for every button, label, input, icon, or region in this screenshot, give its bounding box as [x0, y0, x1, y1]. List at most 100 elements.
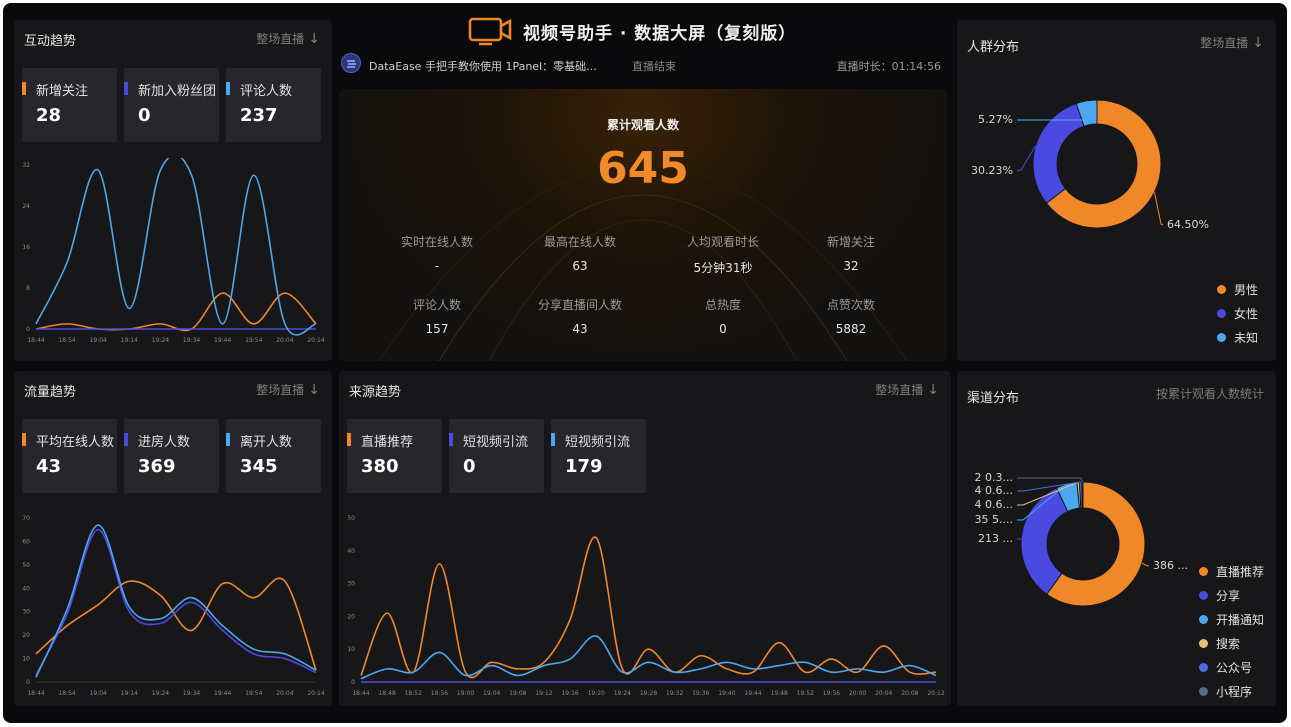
x-tick-label: 19:04 [90, 690, 107, 697]
data-label: 4 0.6... [975, 498, 1013, 511]
x-tick-label: 19:20 [588, 690, 605, 697]
legend-item: 公众号 [1199, 659, 1252, 676]
dataease-logo-icon [341, 53, 361, 73]
y-tick-label: 16 [22, 244, 30, 251]
series-line [35, 158, 317, 336]
card-color-bar [124, 82, 128, 95]
x-tick-label: 18:44 [27, 337, 44, 344]
x-tick-label: 19:34 [183, 337, 200, 344]
metric-card: 新增关注 28 [22, 68, 117, 142]
x-tick-label: 19:34 [183, 690, 200, 697]
x-tick-label: 18:54 [58, 337, 75, 344]
y-tick-label: 50 [22, 562, 30, 569]
card-color-bar [22, 82, 26, 95]
metric-card: 新加入粉丝团 0 [124, 68, 219, 142]
x-tick-label: 19:54 [245, 337, 262, 344]
x-tick-label: 20:08 [901, 690, 918, 697]
legend-item: 搜索 [1199, 635, 1240, 652]
crowd-panel: 人群分布 整场直播 ↓ 64.50% 30.23% 5.27% 男性 女性 未知 [957, 20, 1276, 361]
x-tick-label: 19:44 [214, 337, 231, 344]
x-tick-label: 19:08 [509, 690, 526, 697]
card-color-bar [22, 433, 26, 446]
data-label: 213 ... [978, 532, 1013, 545]
label-leader-line [1017, 477, 1083, 483]
metric-card: 直播推荐 380 [347, 419, 442, 493]
label-leader-line [1141, 562, 1150, 567]
panel-title: 互动趋势 [24, 34, 77, 49]
x-tick-label: 19:56 [823, 690, 840, 697]
y-tick-label: 70 [22, 515, 30, 522]
series-line [35, 524, 317, 678]
panel-title: 来源趋势 [349, 385, 402, 400]
x-tick-label: 18:52 [405, 690, 422, 697]
y-tick-label: 50 [347, 515, 355, 522]
x-tick-label: 20:04 [276, 690, 293, 697]
arrow-down-icon: ↓ [308, 381, 320, 398]
data-label: 4 0.6... [975, 484, 1013, 497]
stat-item: 分享直播间人数 43 [537, 298, 622, 336]
x-tick-label: 19:24 [152, 690, 169, 697]
arrow-down-icon: ↓ [927, 381, 939, 398]
legend-item: 直播推荐 [1199, 563, 1264, 580]
y-tick-label: 20 [347, 613, 355, 620]
y-tick-label: 20 [22, 632, 30, 639]
card-color-bar [124, 433, 128, 446]
card-color-bar [226, 433, 230, 446]
metric-card: 平均在线人数 43 [22, 419, 117, 493]
x-tick-label: 19:24 [152, 337, 169, 344]
source-line-chart: 0 10 20 30 40 50 18:44 18:48 18:52 18:56 19:00 19:0… [347, 515, 944, 697]
legend-item: 男性 [1217, 281, 1258, 298]
x-tick-label: 19:14 [121, 690, 138, 697]
x-tick-label: 20:00 [849, 690, 866, 697]
overview-title: 累计观看人数 [606, 118, 679, 132]
live-title[interactable]: DataEase 手把手教你使用 1Panel：零基础... [369, 58, 597, 74]
x-tick-label: 19:16 [561, 690, 578, 697]
live-info-bar: DataEase 手把手教你使用 1Panel：零基础... 直播结束 直播时长… [339, 51, 947, 77]
stat-item: 评论人数 157 [412, 298, 461, 336]
legend-item: 开播通知 [1199, 611, 1264, 628]
metric-card: 评论人数 237 [226, 68, 321, 142]
page-title: 视频号助手 · 数据大屏（复刻版） [523, 24, 797, 44]
y-tick-label: 30 [347, 581, 355, 588]
x-tick-label: 20:14 [307, 690, 324, 697]
metric-card: 短视频引流 179 [551, 419, 646, 493]
series-line [35, 528, 317, 676]
x-tick-label: 19:52 [797, 690, 814, 697]
x-tick-label: 19:12 [535, 690, 552, 697]
range-filter[interactable]: 整场直播 ↓ [256, 30, 320, 47]
x-tick-label: 20:14 [307, 337, 324, 344]
card-color-bar [449, 433, 453, 446]
y-tick-label: 30 [22, 609, 30, 616]
arrow-down-icon: ↓ [1252, 34, 1264, 51]
x-tick-label: 19:44 [744, 690, 761, 697]
range-filter[interactable]: 整场直播 ↓ [256, 381, 320, 398]
x-tick-label: 19:14 [121, 337, 138, 344]
panel-title: 渠道分布 [967, 391, 1020, 406]
x-tick-label: 19:40 [718, 690, 735, 697]
range-filter[interactable]: 整场直播 ↓ [1200, 34, 1264, 51]
range-filter[interactable]: 整场直播 ↓ [875, 381, 939, 398]
y-tick-label: 0 [26, 679, 30, 686]
range-filter[interactable]: 按累计观看人数统计 [1156, 385, 1264, 402]
y-tick-label: 10 [347, 646, 355, 653]
overview-panel: 累计观看人数 645 实时在线人数 - 最高在线人数 63 人均观看时长 5分钟31秒… [339, 89, 947, 361]
y-tick-label: 0 [26, 326, 30, 333]
data-label: 30.23% [971, 164, 1013, 177]
x-tick-label: 19:32 [666, 690, 683, 697]
interaction-line-chart: 0 8 16 24 32 18:44 18:54 19:04 19:14 19:24 19:34 19… [22, 158, 325, 344]
data-label: 35 5.... [975, 513, 1013, 526]
legend-item: 小程序 [1199, 683, 1252, 700]
card-color-bar [347, 433, 351, 446]
interaction-panel: 互动趋势 整场直播 ↓ 新增关注 28 新加入粉丝团 0 评论人数 237 0 8 16 24… [14, 20, 332, 361]
metric-card: 进房人数 369 [124, 419, 219, 493]
x-tick-label: 19:04 [90, 337, 107, 344]
stat-item: 实时在线人数 - [400, 235, 473, 273]
y-tick-label: 40 [22, 585, 30, 592]
x-tick-label: 19:48 [771, 690, 788, 697]
legend-item: 女性 [1217, 305, 1258, 322]
card-color-bar [551, 433, 555, 446]
data-label: 2 0.3... [975, 471, 1013, 484]
label-leader-line [1153, 192, 1164, 226]
x-tick-label: 19:54 [245, 690, 262, 697]
traffic-panel: 流量趋势 整场直播 ↓ 平均在线人数 43 进房人数 369 离开人数 345 0 10 2… [14, 371, 332, 706]
